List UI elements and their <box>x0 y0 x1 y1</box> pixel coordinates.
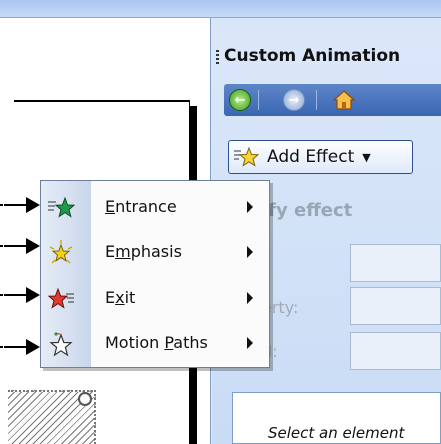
forward-arrow-icon: → <box>283 89 305 111</box>
nav-separator <box>316 90 317 110</box>
dropdown-arrow-icon: ▼ <box>362 150 371 164</box>
emphasis-star-icon <box>49 240 73 264</box>
select-element-message: Select an element <box>268 424 405 442</box>
menu-item-label: Motion Paths <box>105 333 208 352</box>
nav-separator <box>258 90 259 110</box>
menu-item-exit[interactable]: Exit <box>41 279 269 319</box>
back-button[interactable]: ← <box>226 88 254 112</box>
pointer-arrow <box>0 287 40 303</box>
speed-field <box>350 332 441 370</box>
rotate-handle-icon[interactable] <box>78 392 92 406</box>
submenu-arrow-icon <box>247 246 253 258</box>
back-arrow-icon: ← <box>229 89 251 111</box>
menu-item-motion-paths[interactable]: Motion Paths <box>41 324 269 364</box>
start-field <box>350 244 441 282</box>
motion-path-star-icon <box>49 332 73 357</box>
pane-grip-icon[interactable] <box>216 50 219 66</box>
property-field <box>350 287 441 325</box>
forward-button[interactable]: → <box>280 88 308 112</box>
pointer-arrow <box>0 339 40 355</box>
menu-item-entrance[interactable]: Entrance <box>41 188 269 228</box>
menu-item-label: Emphasis <box>105 242 182 261</box>
entrance-star-icon <box>48 196 75 218</box>
home-button[interactable] <box>330 88 358 112</box>
add-effect-button[interactable]: Add Effect ▼ <box>228 140 413 174</box>
menu-item-label: Entrance <box>105 197 177 216</box>
pane-title: Custom Animation <box>224 46 401 66</box>
home-icon <box>333 90 355 110</box>
add-effect-label: Add Effect <box>267 147 355 167</box>
pointer-arrow <box>0 238 40 254</box>
modify-effect-heading: ify effect <box>262 200 353 221</box>
add-effect-star-icon <box>234 146 259 167</box>
pointer-arrow <box>0 197 40 213</box>
submenu-arrow-icon <box>247 292 253 304</box>
menu-item-emphasis[interactable]: Emphasis <box>41 233 269 273</box>
submenu-arrow-icon <box>247 337 253 349</box>
submenu-arrow-icon <box>247 201 253 213</box>
menu-item-label: Exit <box>105 288 136 307</box>
top-toolbar-strip <box>0 0 441 18</box>
exit-star-icon <box>47 287 74 309</box>
